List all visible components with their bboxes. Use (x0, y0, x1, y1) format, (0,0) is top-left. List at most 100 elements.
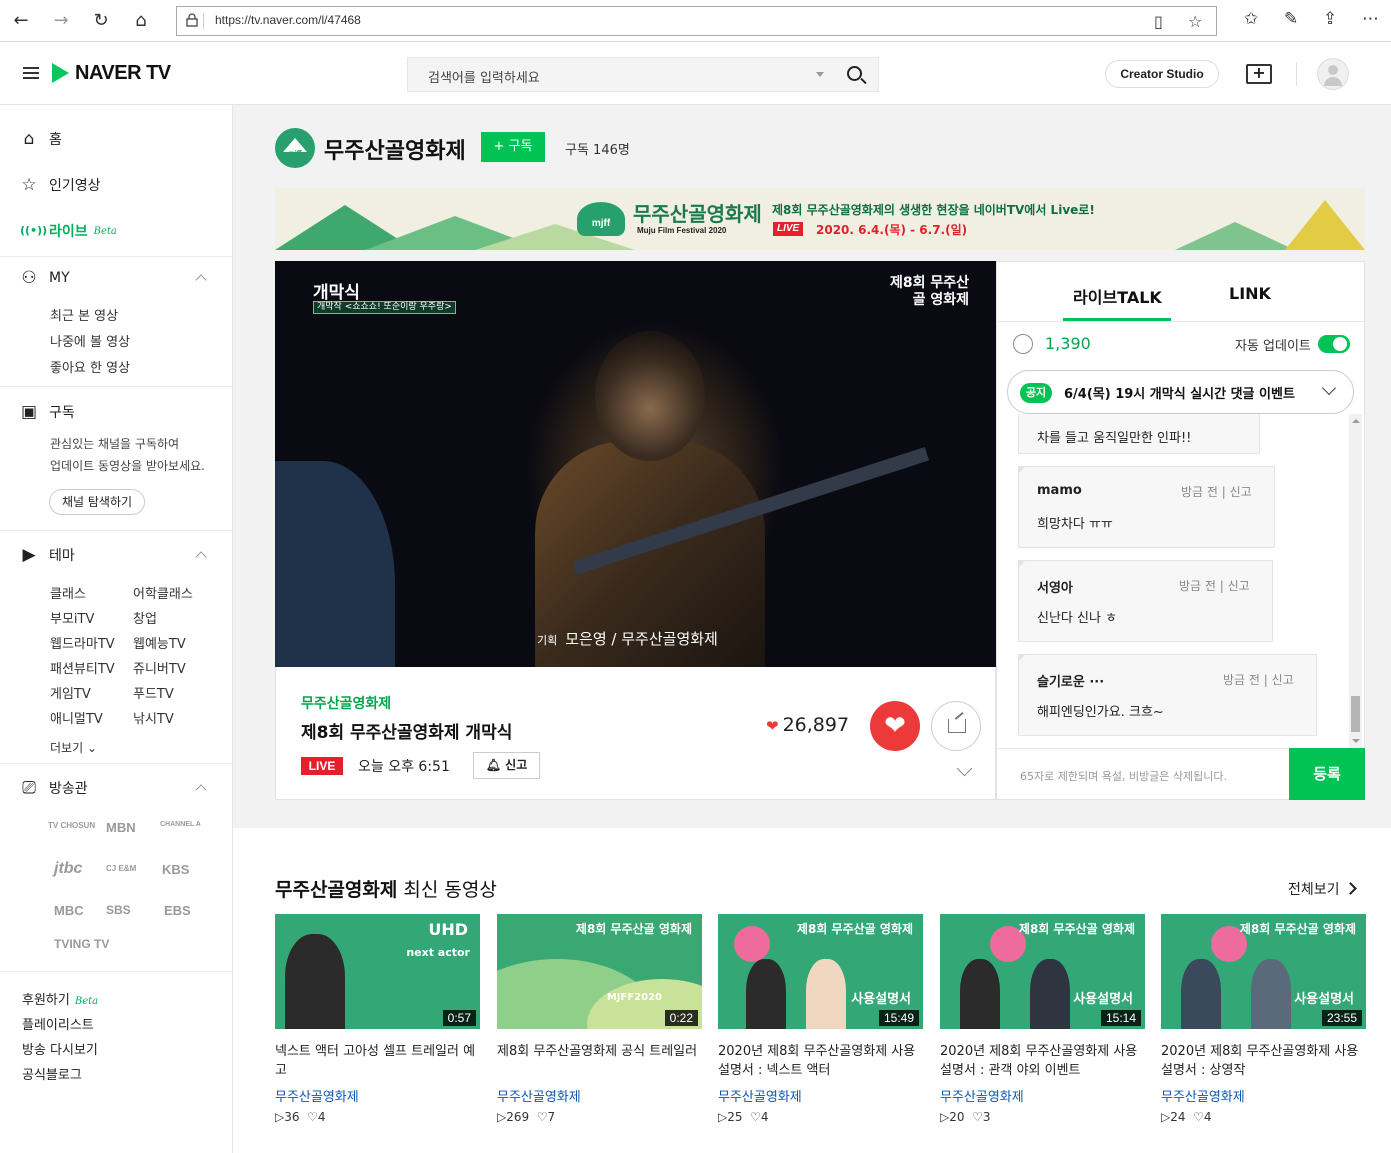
video-channel-link[interactable]: 무주산골영화제 (301, 693, 391, 713)
broadcaster-mbc-logo[interactable]: MBC (54, 903, 84, 918)
broadcaster-tvchosun-logo[interactable]: TV CHOSUN (48, 821, 95, 830)
theme-item[interactable]: 웹드라마TV (50, 633, 115, 652)
broadcaster-kbs-logo[interactable]: KBS (162, 862, 189, 877)
auto-update-toggle[interactable] (1318, 335, 1350, 353)
video-card-channel[interactable]: 무주산골영화제 (275, 1086, 480, 1105)
broadcaster-mbn-logo[interactable]: MBN (106, 820, 136, 835)
sidebar-item-replay[interactable]: 방송 다시보기 (22, 1039, 98, 1058)
sidebar-item-donate[interactable]: 후원하기 Beta (22, 989, 98, 1008)
sidebar-item-popular[interactable]: ☆ 인기영상 (20, 175, 100, 195)
video-card-channel[interactable]: 무주산골영화제 (497, 1086, 702, 1105)
upload-video-icon[interactable]: + (1246, 64, 1272, 84)
broadcaster-jtbc-logo[interactable]: jtbc (54, 860, 82, 878)
festival-banner[interactable]: mjff 무주산골영화제 Muju Film Festival 2020 제8회… (275, 188, 1365, 250)
address-bar[interactable]: https://tv.naver.com/l/47468 ▯ ☆ (176, 6, 1217, 36)
chat-meta[interactable]: 방금 전 | 신고 (1223, 671, 1294, 688)
scroll-up-icon[interactable] (1352, 419, 1360, 423)
sidebar-item-watch-later[interactable]: 나중에 볼 영상 (50, 331, 130, 350)
theme-more-button[interactable]: 더보기 ⌄ (50, 739, 97, 756)
broadcaster-tving-logo[interactable]: TVING TV (54, 937, 109, 951)
collapse-theme-icon[interactable] (195, 551, 207, 563)
submit-chat-button[interactable]: 등록 (1289, 748, 1365, 800)
video-card[interactable]: 제8회 무주산골 영화제 사용설명서 23:55 2020년 제8회 무주산골영… (1161, 914, 1366, 1124)
chat-meta[interactable]: 방금 전 | 신고 (1181, 483, 1252, 500)
home-icon[interactable]: ⌂ (129, 9, 153, 33)
notice-bar[interactable]: 공지 6/4(목) 19시 개막식 실시간 댓글 이벤트 (1007, 370, 1354, 414)
search-icon[interactable] (847, 66, 862, 81)
tab-live-talk[interactable]: 라이브TALK (1073, 284, 1162, 308)
video-card-title[interactable]: 제8회 무주산골영화제 공식 트레일러 (497, 1042, 702, 1080)
broadcaster-channel-a-logo[interactable]: CHANNEL A (160, 821, 201, 828)
menu-icon[interactable] (23, 67, 39, 79)
scroll-down-icon[interactable] (1352, 739, 1360, 743)
view-all-link[interactable]: 전체보기 (1288, 879, 1340, 899)
sidebar-item-recent[interactable]: 최근 본 영상 (50, 305, 118, 324)
video-thumbnail[interactable]: next actor UHD 0:57 (275, 914, 480, 1029)
subscribe-button[interactable]: + 구독 (481, 132, 545, 162)
search-input[interactable]: 검색어를 입력하세요 (407, 57, 879, 92)
collapse-broadcast-icon[interactable] (195, 784, 207, 796)
video-card[interactable]: 제8회 무주산골 영화제 MJFF2020 0:22 제8회 무주산골영화제 공… (497, 914, 702, 1124)
naver-tv-logo[interactable]: NAVER TV (52, 62, 171, 84)
refresh-icon[interactable]: ↻ (89, 9, 113, 33)
theme-item[interactable]: 창업 (133, 608, 157, 627)
tab-link[interactable]: LINK (1229, 284, 1271, 303)
back-icon[interactable]: ← (9, 9, 33, 33)
video-card[interactable]: 제8회 무주산골 영화제 사용설명서 15:14 2020년 제8회 무주산골영… (940, 914, 1145, 1124)
channel-name[interactable]: 무주산골영화제 (324, 133, 466, 165)
video-thumbnail[interactable]: 제8회 무주산골 영화제 사용설명서 15:14 (940, 914, 1145, 1029)
refresh-icon[interactable] (1013, 334, 1033, 354)
theme-item[interactable]: 웹예능TV (133, 633, 186, 652)
video-thumbnail[interactable]: 제8회 무주산골 영화제 사용설명서 15:49 (718, 914, 923, 1029)
theme-item[interactable]: 부모iTV (50, 608, 94, 627)
video-thumbnail[interactable]: 제8회 무주산골 영화제 사용설명서 23:55 (1161, 914, 1366, 1029)
forward-icon[interactable]: → (49, 9, 73, 33)
video-card-title[interactable]: 넥스트 액터 고아성 셀프 트레일러 예고 (275, 1042, 480, 1080)
share-icon[interactable]: ⇪ (1323, 9, 1337, 29)
explore-channels-button[interactable]: 채널 탐색하기 (49, 489, 145, 515)
video-player[interactable]: 개막식 개막작 <쇼쇼쇼! 또순이랑 우주랑> 제8회 무주산골 영화제 기획 모… (275, 261, 996, 667)
broadcaster-cjenm-logo[interactable]: CJ E&M (106, 864, 136, 873)
favorites-list-icon[interactable]: ✩ (1244, 9, 1258, 29)
scroll-thumb[interactable] (1351, 696, 1360, 732)
video-card-title[interactable]: 2020년 제8회 무주산골영화제 사용설명서 : 관객 야외 이벤트 (940, 1042, 1145, 1080)
theme-item[interactable]: 패션뷰티TV (50, 658, 115, 677)
broadcaster-ebs-logo[interactable]: EBS (164, 903, 191, 918)
video-card[interactable]: next actor UHD 0:57 넥스트 액터 고아성 셀프 트레일러 예… (275, 914, 480, 1124)
share-button[interactable] (931, 701, 981, 751)
search-dropdown-icon[interactable] (816, 72, 824, 77)
reading-view-icon[interactable]: ▯ (1154, 12, 1163, 31)
channel-logo[interactable]: mjff (275, 128, 315, 168)
chat-meta[interactable]: 방금 전 | 신고 (1179, 577, 1250, 594)
broadcaster-sbs-logo[interactable]: SBS (106, 903, 131, 917)
sidebar-item-my[interactable]: ⚇ MY (20, 269, 69, 287)
creator-studio-button[interactable]: Creator Studio (1105, 60, 1219, 88)
theme-item[interactable]: 클래스 (50, 583, 86, 602)
sidebar-item-blog[interactable]: 공식블로그 (22, 1064, 82, 1083)
video-card-channel[interactable]: 무주산골영화제 (940, 1086, 1145, 1105)
pen-icon[interactable]: ✎ (1284, 9, 1298, 29)
video-card[interactable]: 제8회 무주산골 영화제 사용설명서 15:49 2020년 제8회 무주산골영… (718, 914, 923, 1124)
theme-item[interactable]: 어학클래스 (133, 583, 193, 602)
video-card-channel[interactable]: 무주산골영화제 (718, 1086, 923, 1105)
sidebar-item-live[interactable]: ((•)) 라이브 Beta (20, 221, 117, 241)
sidebar-item-home[interactable]: ⌂ 홈 (20, 129, 62, 149)
sidebar-item-theme[interactable]: ▶ 테마 (20, 545, 74, 565)
video-card-channel[interactable]: 무주산골영화제 (1161, 1086, 1366, 1105)
theme-item[interactable]: 낚시TV (133, 708, 174, 727)
video-thumbnail[interactable]: 제8회 무주산골 영화제 MJFF2020 0:22 (497, 914, 702, 1029)
url-text[interactable]: https://tv.naver.com/l/47468 (215, 13, 361, 27)
theme-item[interactable]: 쥬니버TV (133, 658, 186, 677)
theme-item[interactable]: 게임TV (50, 683, 91, 702)
avatar[interactable] (1317, 58, 1349, 90)
video-card-title[interactable]: 2020년 제8회 무주산골영화제 사용설명서 : 상영작 (1161, 1042, 1366, 1080)
chat-scrollbar[interactable] (1349, 414, 1362, 749)
report-button[interactable]: 🔔︎ 신고 (473, 752, 540, 779)
like-button[interactable]: ❤ (870, 701, 920, 751)
theme-item[interactable]: 푸드TV (133, 683, 174, 702)
video-card-title[interactable]: 2020년 제8회 무주산골영화제 사용설명서 : 넥스트 액터 (718, 1042, 923, 1080)
chevron-down-icon[interactable] (1321, 380, 1337, 396)
sidebar-item-liked[interactable]: 좋아요 한 영상 (50, 357, 130, 376)
sidebar-item-broadcast[interactable]: ⎚ 방송관 (20, 778, 87, 798)
sidebar-item-playlist[interactable]: 플레이리스트 (22, 1014, 94, 1033)
